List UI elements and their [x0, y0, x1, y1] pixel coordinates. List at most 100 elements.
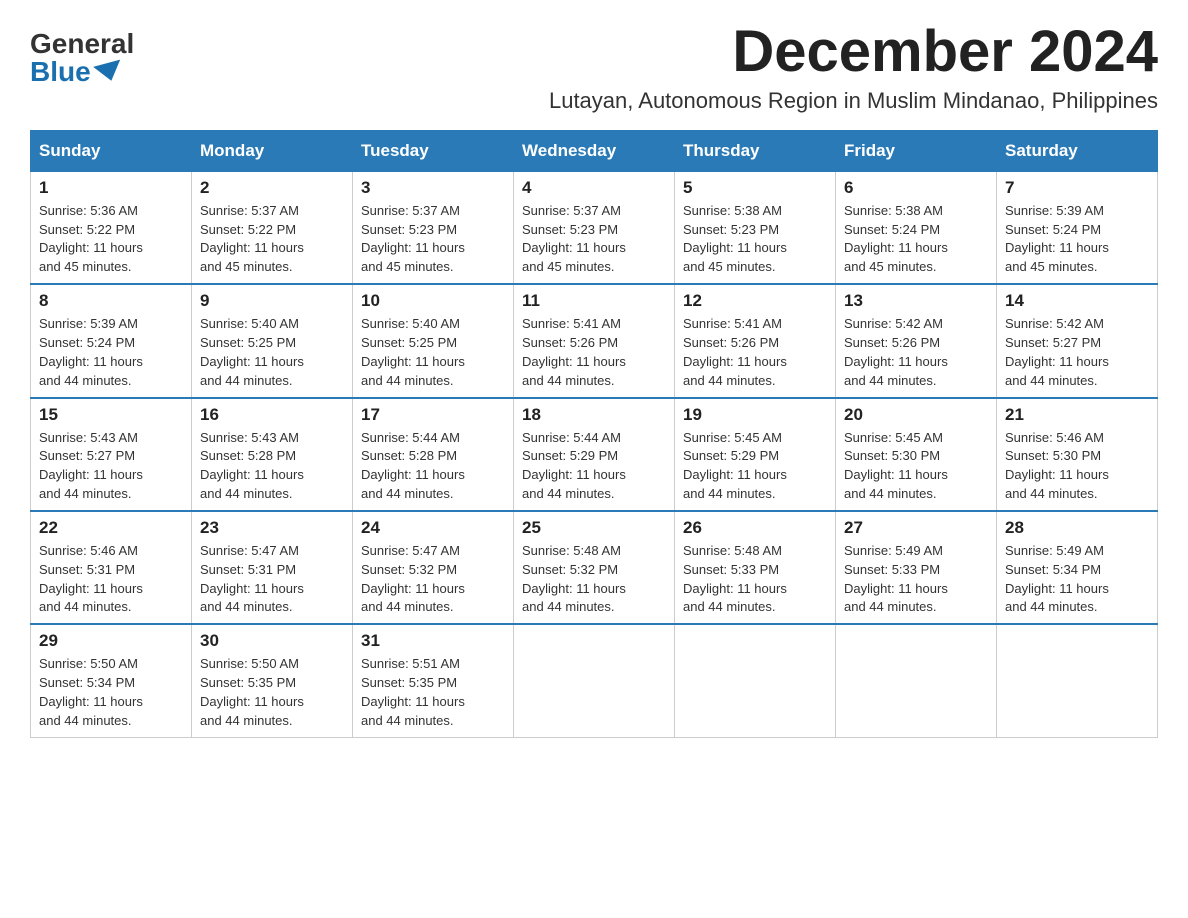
calendar-cell: 8 Sunrise: 5:39 AM Sunset: 5:24 PM Dayli… — [31, 284, 192, 397]
day-number: 2 — [200, 178, 344, 198]
weekday-header-sunday: Sunday — [31, 130, 192, 171]
day-number: 31 — [361, 631, 505, 651]
logo-general-text: General — [30, 30, 134, 58]
day-info: Sunrise: 5:46 AM Sunset: 5:31 PM Dayligh… — [39, 542, 183, 617]
calendar-cell: 28 Sunrise: 5:49 AM Sunset: 5:34 PM Dayl… — [997, 511, 1158, 624]
day-info: Sunrise: 5:42 AM Sunset: 5:26 PM Dayligh… — [844, 315, 988, 390]
day-number: 16 — [200, 405, 344, 425]
calendar-cell: 23 Sunrise: 5:47 AM Sunset: 5:31 PM Dayl… — [192, 511, 353, 624]
day-number: 5 — [683, 178, 827, 198]
day-info: Sunrise: 5:43 AM Sunset: 5:28 PM Dayligh… — [200, 429, 344, 504]
day-info: Sunrise: 5:38 AM Sunset: 5:24 PM Dayligh… — [844, 202, 988, 277]
day-number: 11 — [522, 291, 666, 311]
calendar-cell — [997, 624, 1158, 737]
day-info: Sunrise: 5:44 AM Sunset: 5:28 PM Dayligh… — [361, 429, 505, 504]
day-number: 19 — [683, 405, 827, 425]
calendar-cell: 9 Sunrise: 5:40 AM Sunset: 5:25 PM Dayli… — [192, 284, 353, 397]
calendar-cell: 17 Sunrise: 5:44 AM Sunset: 5:28 PM Dayl… — [353, 398, 514, 511]
day-info: Sunrise: 5:45 AM Sunset: 5:29 PM Dayligh… — [683, 429, 827, 504]
day-info: Sunrise: 5:48 AM Sunset: 5:32 PM Dayligh… — [522, 542, 666, 617]
day-info: Sunrise: 5:38 AM Sunset: 5:23 PM Dayligh… — [683, 202, 827, 277]
calendar-cell: 31 Sunrise: 5:51 AM Sunset: 5:35 PM Dayl… — [353, 624, 514, 737]
calendar-cell: 10 Sunrise: 5:40 AM Sunset: 5:25 PM Dayl… — [353, 284, 514, 397]
day-number: 26 — [683, 518, 827, 538]
day-number: 30 — [200, 631, 344, 651]
day-number: 23 — [200, 518, 344, 538]
day-info: Sunrise: 5:36 AM Sunset: 5:22 PM Dayligh… — [39, 202, 183, 277]
weekday-header-thursday: Thursday — [675, 130, 836, 171]
day-info: Sunrise: 5:50 AM Sunset: 5:34 PM Dayligh… — [39, 655, 183, 730]
calendar-subtitle: Lutayan, Autonomous Region in Muslim Min… — [154, 88, 1158, 114]
calendar-week-row: 1 Sunrise: 5:36 AM Sunset: 5:22 PM Dayli… — [31, 171, 1158, 284]
day-info: Sunrise: 5:37 AM Sunset: 5:23 PM Dayligh… — [361, 202, 505, 277]
calendar-cell — [514, 624, 675, 737]
day-number: 18 — [522, 405, 666, 425]
day-number: 7 — [1005, 178, 1149, 198]
day-number: 21 — [1005, 405, 1149, 425]
day-info: Sunrise: 5:40 AM Sunset: 5:25 PM Dayligh… — [200, 315, 344, 390]
calendar-cell: 20 Sunrise: 5:45 AM Sunset: 5:30 PM Dayl… — [836, 398, 997, 511]
calendar-cell: 5 Sunrise: 5:38 AM Sunset: 5:23 PM Dayli… — [675, 171, 836, 284]
calendar-cell: 21 Sunrise: 5:46 AM Sunset: 5:30 PM Dayl… — [997, 398, 1158, 511]
weekday-header-friday: Friday — [836, 130, 997, 171]
day-number: 15 — [39, 405, 183, 425]
day-number: 4 — [522, 178, 666, 198]
calendar-title: December 2024 — [154, 20, 1158, 84]
calendar-cell: 13 Sunrise: 5:42 AM Sunset: 5:26 PM Dayl… — [836, 284, 997, 397]
day-info: Sunrise: 5:41 AM Sunset: 5:26 PM Dayligh… — [683, 315, 827, 390]
weekday-header-saturday: Saturday — [997, 130, 1158, 171]
calendar-cell: 26 Sunrise: 5:48 AM Sunset: 5:33 PM Dayl… — [675, 511, 836, 624]
calendar-cell: 4 Sunrise: 5:37 AM Sunset: 5:23 PM Dayli… — [514, 171, 675, 284]
calendar-cell: 29 Sunrise: 5:50 AM Sunset: 5:34 PM Dayl… — [31, 624, 192, 737]
day-number: 13 — [844, 291, 988, 311]
calendar-cell: 22 Sunrise: 5:46 AM Sunset: 5:31 PM Dayl… — [31, 511, 192, 624]
calendar-cell: 3 Sunrise: 5:37 AM Sunset: 5:23 PM Dayli… — [353, 171, 514, 284]
day-info: Sunrise: 5:51 AM Sunset: 5:35 PM Dayligh… — [361, 655, 505, 730]
weekday-header-monday: Monday — [192, 130, 353, 171]
calendar-cell — [836, 624, 997, 737]
calendar-week-row: 22 Sunrise: 5:46 AM Sunset: 5:31 PM Dayl… — [31, 511, 1158, 624]
calendar-cell: 7 Sunrise: 5:39 AM Sunset: 5:24 PM Dayli… — [997, 171, 1158, 284]
day-number: 28 — [1005, 518, 1149, 538]
calendar-cell: 11 Sunrise: 5:41 AM Sunset: 5:26 PM Dayl… — [514, 284, 675, 397]
calendar-cell: 14 Sunrise: 5:42 AM Sunset: 5:27 PM Dayl… — [997, 284, 1158, 397]
logo-blue-text: Blue — [30, 58, 123, 86]
title-block: December 2024 Lutayan, Autonomous Region… — [134, 20, 1158, 114]
day-info: Sunrise: 5:47 AM Sunset: 5:31 PM Dayligh… — [200, 542, 344, 617]
day-number: 25 — [522, 518, 666, 538]
day-info: Sunrise: 5:40 AM Sunset: 5:25 PM Dayligh… — [361, 315, 505, 390]
day-info: Sunrise: 5:41 AM Sunset: 5:26 PM Dayligh… — [522, 315, 666, 390]
day-info: Sunrise: 5:43 AM Sunset: 5:27 PM Dayligh… — [39, 429, 183, 504]
day-info: Sunrise: 5:45 AM Sunset: 5:30 PM Dayligh… — [844, 429, 988, 504]
calendar-cell: 30 Sunrise: 5:50 AM Sunset: 5:35 PM Dayl… — [192, 624, 353, 737]
calendar-cell: 27 Sunrise: 5:49 AM Sunset: 5:33 PM Dayl… — [836, 511, 997, 624]
logo: General Blue — [30, 30, 134, 86]
day-info: Sunrise: 5:46 AM Sunset: 5:30 PM Dayligh… — [1005, 429, 1149, 504]
calendar-cell — [675, 624, 836, 737]
day-number: 17 — [361, 405, 505, 425]
day-info: Sunrise: 5:39 AM Sunset: 5:24 PM Dayligh… — [39, 315, 183, 390]
page-header: General Blue December 2024 Lutayan, Auto… — [30, 20, 1158, 114]
logo-triangle-icon — [93, 60, 125, 85]
day-info: Sunrise: 5:42 AM Sunset: 5:27 PM Dayligh… — [1005, 315, 1149, 390]
weekday-header-tuesday: Tuesday — [353, 130, 514, 171]
calendar-cell: 12 Sunrise: 5:41 AM Sunset: 5:26 PM Dayl… — [675, 284, 836, 397]
calendar-cell: 15 Sunrise: 5:43 AM Sunset: 5:27 PM Dayl… — [31, 398, 192, 511]
day-number: 10 — [361, 291, 505, 311]
calendar-cell: 19 Sunrise: 5:45 AM Sunset: 5:29 PM Dayl… — [675, 398, 836, 511]
day-info: Sunrise: 5:37 AM Sunset: 5:22 PM Dayligh… — [200, 202, 344, 277]
calendar-table: SundayMondayTuesdayWednesdayThursdayFrid… — [30, 130, 1158, 738]
day-number: 29 — [39, 631, 183, 651]
day-number: 20 — [844, 405, 988, 425]
calendar-week-row: 29 Sunrise: 5:50 AM Sunset: 5:34 PM Dayl… — [31, 624, 1158, 737]
day-number: 9 — [200, 291, 344, 311]
day-number: 8 — [39, 291, 183, 311]
weekday-header-wednesday: Wednesday — [514, 130, 675, 171]
day-info: Sunrise: 5:48 AM Sunset: 5:33 PM Dayligh… — [683, 542, 827, 617]
day-number: 14 — [1005, 291, 1149, 311]
calendar-cell: 6 Sunrise: 5:38 AM Sunset: 5:24 PM Dayli… — [836, 171, 997, 284]
calendar-cell: 25 Sunrise: 5:48 AM Sunset: 5:32 PM Dayl… — [514, 511, 675, 624]
day-info: Sunrise: 5:39 AM Sunset: 5:24 PM Dayligh… — [1005, 202, 1149, 277]
day-number: 22 — [39, 518, 183, 538]
day-info: Sunrise: 5:37 AM Sunset: 5:23 PM Dayligh… — [522, 202, 666, 277]
